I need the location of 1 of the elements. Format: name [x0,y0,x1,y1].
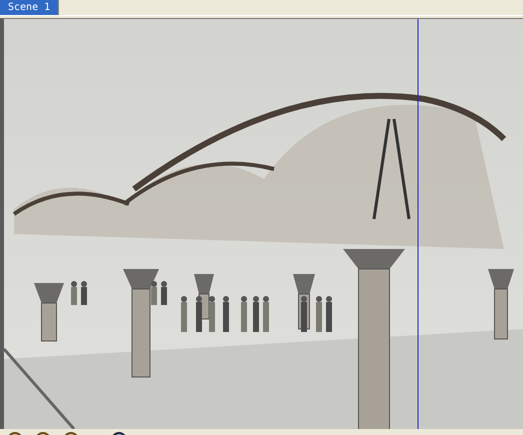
scene-tab[interactable]: Scene 1 [0,0,60,15]
